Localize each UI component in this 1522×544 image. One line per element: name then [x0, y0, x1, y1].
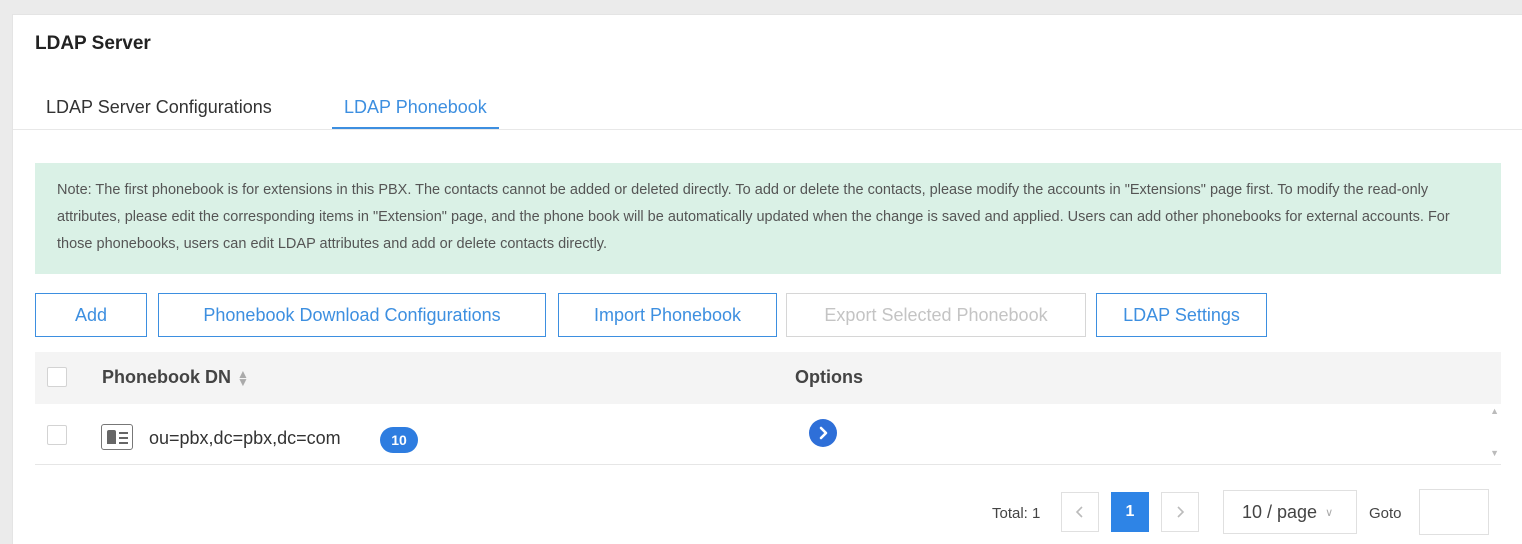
tab-ldap-server-configurations[interactable]: LDAP Server Configurations: [34, 91, 284, 129]
page-size-select[interactable]: 10 / page ∨: [1223, 490, 1357, 534]
contact-count-badge: 10: [380, 427, 418, 453]
goto-page-input[interactable]: [1419, 489, 1489, 535]
scroll-down-icon[interactable]: ▼: [1490, 448, 1499, 458]
export-selected-phonebook-button[interactable]: Export Selected Phonebook: [786, 293, 1086, 337]
phonebook-icon: [101, 424, 133, 450]
page-size-value: 10 / page: [1242, 501, 1318, 522]
import-phonebook-button[interactable]: Import Phonebook: [558, 293, 777, 337]
table-row: ou=pbx,dc=pbx,dc=com 10 ▲ ▼: [35, 404, 1501, 465]
column-header-phonebook-dn-label: Phonebook DN: [102, 367, 231, 387]
phonebook-dn: ou=pbx,dc=pbx,dc=com: [149, 428, 341, 448]
tab-ldap-phonebook[interactable]: LDAP Phonebook: [332, 91, 499, 129]
prev-page-button[interactable]: [1061, 492, 1099, 532]
page-title: LDAP Server: [35, 33, 151, 54]
select-all-checkbox[interactable]: [47, 367, 67, 387]
goto-label: Goto: [1369, 505, 1402, 522]
row-checkbox[interactable]: [47, 425, 67, 445]
scroll-up-icon[interactable]: ▲: [1490, 406, 1499, 416]
pagination-total: Total: 1: [992, 505, 1041, 522]
info-note: Note: The first phonebook is for extensi…: [35, 163, 1501, 274]
ldap-server-panel: LDAP Server LDAP Server Configurations L…: [12, 14, 1522, 544]
add-button[interactable]: Add: [35, 293, 147, 337]
ldap-settings-button[interactable]: LDAP Settings: [1096, 293, 1267, 337]
sort-icon[interactable]: ▲ ▼: [237, 368, 249, 388]
chevron-right-icon: [1177, 506, 1185, 518]
chevron-down-icon: ∨: [1325, 506, 1334, 519]
table-header: Phonebook DN ▲ ▼ Options: [35, 352, 1501, 404]
column-header-options: Options: [795, 367, 863, 387]
tab-bar: LDAP Server Configurations LDAP Phoneboo…: [13, 85, 1522, 130]
options-chevron-right-icon[interactable]: [809, 419, 837, 447]
phonebook-download-configurations-button[interactable]: Phonebook Download Configurations: [158, 293, 546, 337]
page-number-button[interactable]: 1: [1111, 492, 1149, 532]
column-header-phonebook-dn[interactable]: Phonebook DN ▲ ▼: [102, 367, 249, 388]
next-page-button[interactable]: [1161, 492, 1199, 532]
chevron-left-icon: [1075, 506, 1083, 518]
